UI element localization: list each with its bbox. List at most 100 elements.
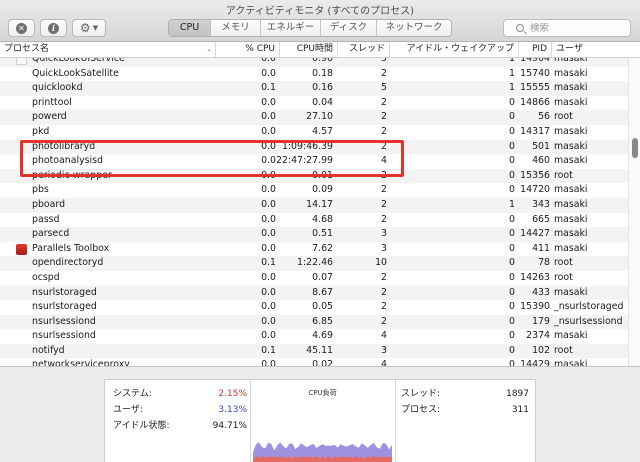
idle-wakeups: 0 xyxy=(509,359,515,366)
search-icon xyxy=(516,24,524,32)
pid: 14904 xyxy=(520,58,550,64)
pid: 460 xyxy=(532,155,550,167)
pid: 14429 xyxy=(520,359,550,366)
process-name: nsurlstoraged xyxy=(32,286,97,298)
table-row[interactable]: photoanalysisd 0.0 22:47:27.99 4 0 460 masaki xyxy=(0,154,628,169)
user: masaki xyxy=(554,359,588,366)
user: masaki xyxy=(554,155,588,167)
idle-wakeups: 0 xyxy=(509,125,515,137)
idle-wakeups: 0 xyxy=(509,169,515,181)
table-row[interactable]: nsurlsessiond 0.0 4.69 4 0 2374 masaki xyxy=(0,329,628,344)
inspect-process-button[interactable]: i xyxy=(40,19,67,37)
thread-count: 2 xyxy=(381,67,387,79)
cpu-percent: 0.0 xyxy=(261,242,276,254)
cpu-time: 4.68 xyxy=(312,213,333,225)
cpu-percent: 0.0 xyxy=(261,140,276,152)
sort-indicator-icon: ⌄ xyxy=(206,45,212,53)
tab-cpu[interactable]: CPU xyxy=(169,20,211,36)
table-row[interactable]: quicklookd 0.1 0.16 5 1 15555 masaki xyxy=(0,81,628,96)
thread-count: 2 xyxy=(381,315,387,327)
cpu-percent: 0.0 xyxy=(261,213,276,225)
table-row[interactable]: ocspd 0.0 0.07 2 0 14263 root xyxy=(0,271,628,286)
pid: 15555 xyxy=(520,82,550,94)
user: masaki xyxy=(554,184,588,196)
pid: 411 xyxy=(532,242,550,254)
column-header-cpu-time[interactable]: CPU時間 xyxy=(280,42,338,57)
column-header-pid[interactable]: PID xyxy=(519,42,552,57)
table-row[interactable]: photolibraryd 0.0 1:09:46.39 2 0 501 masaki xyxy=(0,139,628,155)
cpu-time: 27.10 xyxy=(306,111,333,123)
search-field[interactable] xyxy=(503,19,631,37)
view-tabs: CPU メモリ エネルギー ディスク ネットワーク xyxy=(168,19,452,37)
table-row[interactable]: QuickLookUIService 0.0 0.96 5 1 14904 masaki xyxy=(0,58,628,67)
user: _nsurlsessiond xyxy=(554,315,623,327)
cpu-time: 4.69 xyxy=(312,330,333,342)
user: root xyxy=(554,271,573,283)
user: root xyxy=(554,344,573,356)
thread-count: 10 xyxy=(375,257,387,269)
idle-wakeups: 0 xyxy=(509,140,515,152)
cpu-percent: 0.0 xyxy=(261,330,276,342)
cpu-time: 0.07 xyxy=(312,271,333,283)
thread-count: 2 xyxy=(381,271,387,283)
cpu-percent: 0.0 xyxy=(261,125,276,137)
thread-count: 2 xyxy=(381,96,387,108)
process-table: QuickLookUIService 0.0 0.96 5 1 14904 masaki Qu… xyxy=(0,58,628,366)
scrollbar-thumb[interactable] xyxy=(632,138,638,158)
table-row[interactable]: QuickLookSatellite 0.0 0.18 2 1 15740 masaki xyxy=(0,67,628,82)
table-row[interactable]: printtool 0.0 0.04 2 0 14866 masaki xyxy=(0,96,628,111)
tab-energy[interactable]: エネルギー xyxy=(261,20,321,36)
column-header-user[interactable]: ユーザ xyxy=(552,42,640,57)
column-header-idle-wakeups[interactable]: アイドル・ウェイクアップ xyxy=(390,42,519,57)
table-row[interactable]: pkd 0.0 4.57 2 0 14317 masaki xyxy=(0,125,628,140)
cpu-time: 6.85 xyxy=(312,315,333,327)
thread-count: 2 xyxy=(381,125,387,137)
table-row[interactable]: parsecd 0.0 0.51 3 0 14427 masaki xyxy=(0,227,628,242)
table-row[interactable]: Parallels Toolbox 0.0 7.62 3 0 411 masaki xyxy=(0,242,628,257)
cpu-time: 0.04 xyxy=(312,96,333,108)
table-row[interactable]: periodic-wrapper 0.0 0.01 2 0 15356 root xyxy=(0,168,628,184)
tab-network[interactable]: ネットワーク xyxy=(377,20,451,36)
process-name: quicklookd xyxy=(32,82,83,94)
column-header-cpu[interactable]: % CPU xyxy=(216,42,280,57)
idle-value: 94.71% xyxy=(212,421,247,431)
column-header-threads[interactable]: スレッド xyxy=(338,42,390,57)
search-input[interactable] xyxy=(530,22,620,34)
quit-process-button[interactable]: ✕ xyxy=(8,19,35,37)
user: masaki xyxy=(554,198,588,210)
user-value: 3.13% xyxy=(218,405,247,415)
idle-wakeups: 0 xyxy=(509,301,515,313)
user: masaki xyxy=(554,96,588,108)
table-row[interactable]: nsurlsessiond 0.0 6.85 2 0 179 _nsurlsessiond xyxy=(0,314,628,330)
process-name: Parallels Toolbox xyxy=(32,242,110,254)
table-row[interactable]: notifyd 0.1 45.11 3 0 102 root xyxy=(0,343,628,359)
table-row[interactable]: nsurlstoraged 0.0 0.05 2 0 15390 _nsurlstorage… xyxy=(0,300,628,315)
window-title: アクティビティモニタ (すべてのプロセス) xyxy=(225,6,415,17)
pid: 2374 xyxy=(526,330,550,342)
cpu-time: 0.09 xyxy=(312,184,333,196)
user: masaki xyxy=(554,140,588,152)
cpu-percent: 0.0 xyxy=(261,286,276,298)
process-name: nsurlstoraged xyxy=(32,301,97,313)
threads-label: スレッド: xyxy=(401,389,441,399)
tab-memory[interactable]: メモリ xyxy=(211,20,261,36)
process-name: QuickLookUIService xyxy=(32,58,125,64)
user-label: ユーザ: xyxy=(113,405,143,415)
table-row[interactable]: pbs 0.0 0.09 2 0 14720 masaki xyxy=(0,183,628,198)
table-row[interactable]: opendirectoryd 0.1 1:22.46 10 0 78 root xyxy=(0,256,628,271)
table-row[interactable]: passd 0.0 4.68 2 0 665 masaki xyxy=(0,213,628,228)
table-row[interactable]: pboard 0.0 14.17 2 1 343 masaki xyxy=(0,197,628,213)
table-row[interactable]: nsurlstoraged 0.0 8.67 2 0 433 masaki xyxy=(0,285,628,301)
table-row[interactable]: networkserviceproxy 0.0 0.02 4 0 14429 masaki xyxy=(0,358,628,366)
process-name: printtool xyxy=(32,96,72,108)
thread-count: 4 xyxy=(381,155,387,167)
tab-disk[interactable]: ディスク xyxy=(321,20,377,36)
action-menu-button[interactable]: ⚙ ▼ xyxy=(72,19,106,37)
table-row[interactable]: powerd 0.0 27.10 2 0 56 root xyxy=(0,110,628,125)
thread-count: 2 xyxy=(381,169,387,181)
process-name: periodic-wrapper xyxy=(32,169,112,181)
vertical-scrollbar[interactable] xyxy=(628,58,640,366)
process-name: pbs xyxy=(32,184,49,196)
column-header-process-name[interactable]: プロセス名 ⌄ xyxy=(0,42,216,57)
idle-wakeups: 0 xyxy=(509,257,515,269)
